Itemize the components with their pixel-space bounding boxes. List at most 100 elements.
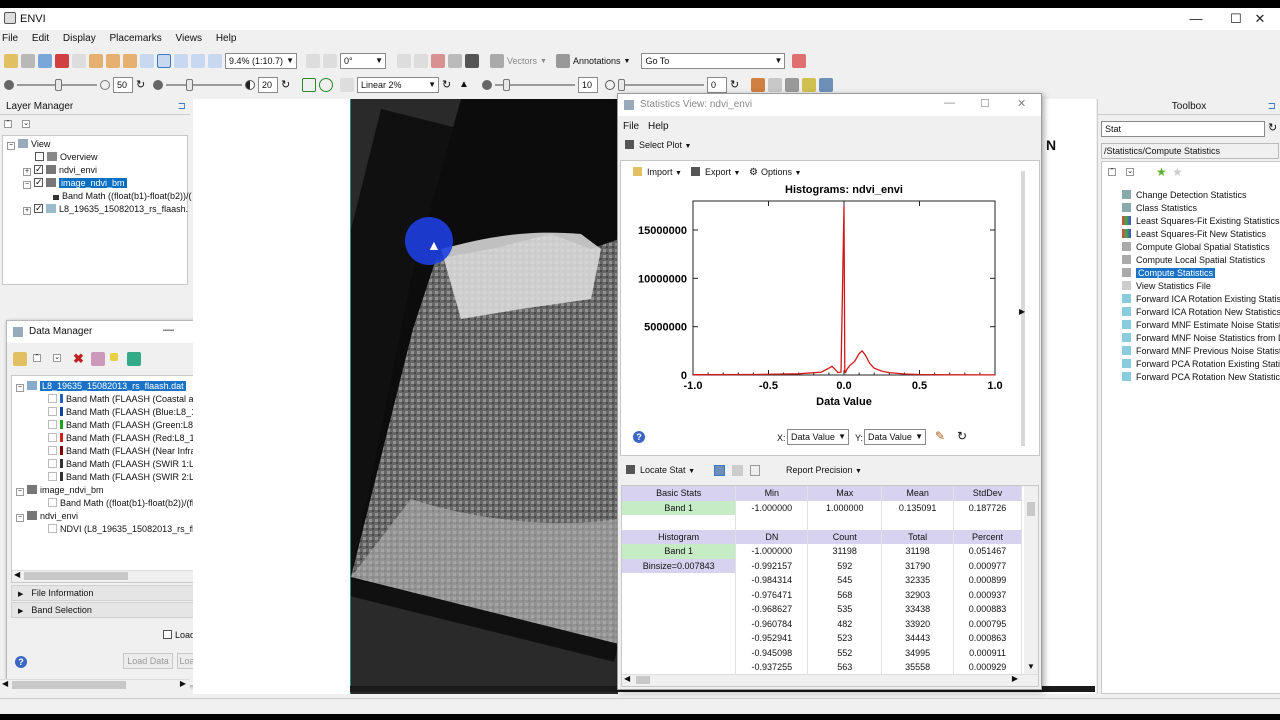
table-cell[interactable]: 35558 [881, 660, 955, 675]
sharpen-value[interactable]: 10 [578, 77, 598, 93]
table-cell[interactable]: 31198 [807, 544, 883, 559]
layer-icon[interactable] [38, 54, 52, 68]
goto-clear-icon[interactable] [792, 54, 807, 68]
table-cell[interactable] [622, 645, 737, 660]
annotations-icon[interactable] [555, 54, 570, 68]
expand-all-icon[interactable]: ⌄ [22, 120, 30, 128]
print-icon[interactable] [785, 78, 799, 92]
table-cell[interactable]: 33920 [881, 616, 955, 631]
tree-node-l8[interactable]: + L8_19635_15082013_rs_flaash. [23, 202, 188, 216]
table-cell[interactable]: 0.135091 [881, 500, 955, 515]
zoom-active-icon[interactable] [157, 54, 171, 68]
collapse-icon[interactable]: − [16, 488, 24, 496]
table-cell[interactable] [622, 573, 737, 588]
y-axis-select[interactable]: Data Value ▼ [864, 429, 926, 445]
tree-node-view[interactable]: − View [7, 138, 50, 151]
help-icon[interactable]: ? [633, 431, 645, 443]
zoom-in-icon[interactable] [174, 54, 188, 68]
table-cell[interactable]: 0.000883 [953, 602, 1022, 617]
minimize-button[interactable]: — [944, 97, 955, 109]
table-cell[interactable] [622, 631, 737, 646]
table-cell[interactable]: 32903 [881, 587, 955, 602]
slider-knob[interactable] [55, 79, 62, 91]
table-cell[interactable] [622, 587, 737, 602]
collapse-all-icon[interactable]: ⌃ [33, 354, 41, 362]
slider-knob[interactable] [186, 79, 193, 91]
slider-knob[interactable] [618, 79, 625, 91]
histogram-chart[interactable]: Histograms: ndvi_envi-1.0 -0.5 0.0 0.5 1.005… [625, 181, 1025, 421]
refresh-icon[interactable]: ↻ [442, 78, 456, 92]
table-cell[interactable]: 523 [807, 631, 883, 646]
load-in-new-view-checkbox[interactable] [163, 630, 172, 639]
table-cell[interactable]: 568 [807, 587, 883, 602]
table-cell[interactable]: -0.952941 [735, 631, 809, 646]
table-cell[interactable]: 563 [807, 660, 883, 675]
collapse-icon[interactable]: − [16, 384, 24, 392]
slider-knob[interactable] [503, 79, 510, 91]
table-view-icon[interactable] [714, 465, 725, 476]
layer-grid-icon[interactable] [802, 78, 816, 92]
minimize-button[interactable]: — [163, 324, 174, 336]
collapse-icon[interactable]: − [23, 181, 31, 189]
band-checkbox[interactable] [48, 446, 57, 455]
table-cell[interactable]: 0.000977 [953, 558, 1022, 573]
pixel-locator-icon[interactable] [414, 54, 428, 68]
band-checkbox[interactable] [48, 498, 57, 507]
locate-stat-button[interactable]: Locate Stat ▼ [626, 465, 695, 475]
reset-icon[interactable]: ↻ [730, 78, 744, 92]
refresh-icon[interactable]: ↻ [1268, 121, 1277, 134]
table-cell[interactable]: 31790 [881, 558, 955, 573]
table-cell[interactable] [622, 660, 737, 675]
toolbox-item-class-statistics[interactable]: Class Statistics [1122, 202, 1197, 215]
expand-all-icon[interactable]: ⌄ [1126, 168, 1134, 176]
band-checkbox[interactable] [48, 472, 57, 481]
table-cell[interactable]: -0.968627 [735, 602, 809, 617]
collapse-icon[interactable]: − [7, 142, 15, 150]
table-cell[interactable]: 552 [807, 645, 883, 660]
table-cell[interactable]: 0.000929 [953, 660, 1022, 675]
x-axis-select[interactable]: Data Value ▼ [787, 429, 849, 445]
table-cell[interactable]: Band 1 [622, 544, 737, 559]
table-cell[interactable]: 34443 [881, 631, 955, 646]
options-menu[interactable]: ⚙ Options ▼ [749, 167, 801, 178]
scroll-right-icon[interactable]: ▶ [180, 679, 186, 688]
toolbox-item-lsf-new[interactable]: Least Squares-Fit New Statistics [1122, 228, 1266, 241]
close-button[interactable]: ✕ [1240, 10, 1280, 28]
band-checkbox[interactable] [48, 394, 57, 403]
toolbox-item-mnf-estimate[interactable]: Forward MNF Estimate Noise Statistics [1122, 319, 1280, 332]
table-cell[interactable]: 0.000899 [953, 573, 1022, 588]
toolbox-item-pca-new[interactable]: Forward PCA Rotation New Statistics [1122, 371, 1280, 384]
document-icon[interactable] [750, 465, 760, 476]
table-cell[interactable]: 0.000937 [953, 587, 1022, 602]
menu-placemarks[interactable]: Placemarks [110, 33, 162, 44]
load-data-button[interactable]: Load Data [123, 653, 173, 669]
tree-node-overview[interactable]: Overview [35, 151, 98, 164]
favorite-icon[interactable]: ★ [1172, 165, 1183, 179]
tree-node-image-ndvi-bm[interactable]: − image_ndvi_bm [23, 176, 127, 190]
ndvi-envi-checkbox[interactable] [34, 163, 43, 176]
brightness-slider[interactable] [17, 79, 97, 91]
zoom-select[interactable]: 9.4% (1:10.7) ▼ [225, 53, 297, 69]
pan-icon[interactable] [89, 54, 103, 68]
annotations-menu[interactable]: Annotations [573, 56, 621, 66]
table-cell[interactable]: 34995 [881, 645, 955, 660]
menu-views[interactable]: Views [176, 33, 203, 44]
refresh-icon[interactable]: ↻ [957, 429, 967, 443]
zoom-box-icon[interactable] [140, 54, 154, 68]
table-cell[interactable]: Band 1 [622, 500, 737, 515]
menu-file[interactable]: File [2, 33, 18, 44]
vectors-icon[interactable] [490, 54, 504, 68]
minimize-button[interactable]: — [1176, 10, 1216, 28]
fly-icon[interactable] [106, 54, 120, 68]
table-cell[interactable]: 32335 [881, 573, 955, 588]
menu-display[interactable]: Display [63, 33, 96, 44]
open-icon[interactable] [13, 352, 27, 366]
table-cell[interactable]: -1.000000 [735, 544, 809, 559]
expand-right-icon[interactable]: ▶ [1019, 307, 1025, 316]
image-ndvi-bm-checkbox[interactable] [34, 176, 43, 189]
zoom-fit-icon[interactable] [208, 54, 222, 68]
scroll-thumb[interactable] [1027, 502, 1035, 516]
table-cell[interactable]: 0.187726 [953, 500, 1022, 515]
expand-all-icon[interactable]: ⌄ [53, 354, 61, 362]
toolbox-item-pca-existing[interactable]: Forward PCA Rotation Existing Statisti [1122, 358, 1280, 371]
